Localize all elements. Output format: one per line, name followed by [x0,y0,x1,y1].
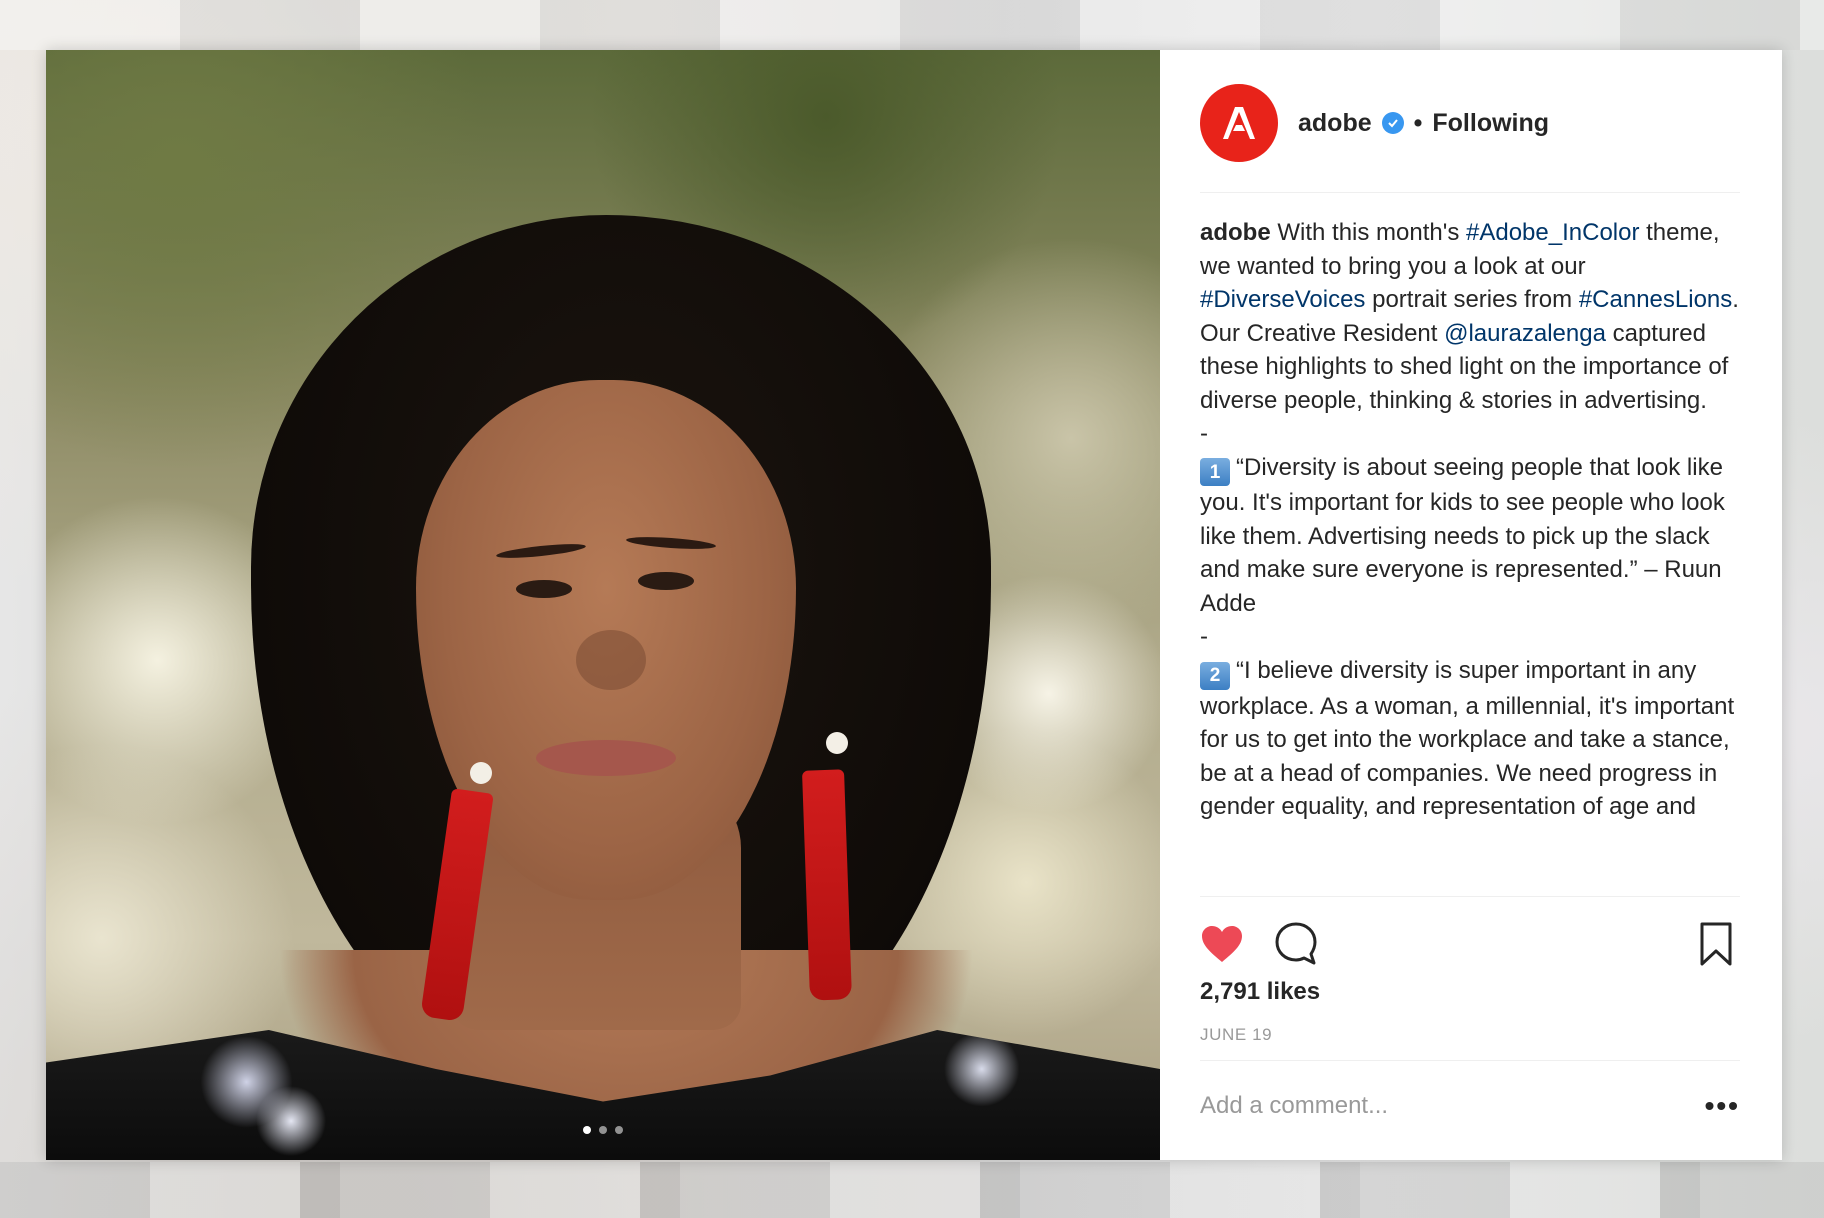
caption-text: With this month's [1277,219,1460,246]
username-link[interactable]: adobe [1298,109,1372,138]
comment-divider [1200,1060,1740,1061]
quote-text: “Diversity is about seeing people that l… [1200,453,1725,617]
photo-eye-right [638,572,694,590]
photo-brow-right [625,534,717,552]
photo-brow-left [495,541,587,561]
photo-eye-left [516,580,572,598]
hashtag-link[interactable]: #Adobe_InColor [1466,219,1639,246]
post-sidebar: adobe • Following adobe With this month'… [1160,50,1782,1160]
caption-text: portrait series from [1372,286,1573,313]
keycap-number-icon: 2 [1200,661,1230,690]
post-photo[interactable] [46,50,1160,1160]
comment-input[interactable] [1200,1092,1705,1120]
photo-nose [576,630,646,690]
caption-quote-1: 1 “Diversity is about seeing people that … [1200,451,1740,621]
action-bar [1200,918,1740,970]
quote-text: “I believe diversity is super important … [1200,656,1735,820]
carousel-indicator [46,1126,1160,1134]
save-button[interactable] [1692,920,1740,968]
photo-lips [536,740,676,776]
photo-earring-right [801,769,853,1001]
caption-intro: adobe With this month's #Adobe_InColor t… [1200,216,1740,417]
user-row: adobe • Following [1298,109,1549,138]
heart-icon [1202,926,1242,962]
header-divider [1200,192,1740,193]
hashtag-link[interactable]: #CannesLions [1579,286,1732,313]
likes-count[interactable]: 2,791 likes [1200,978,1320,1006]
comment-row: ••• [1200,1086,1740,1126]
caption-username-link[interactable]: adobe [1200,219,1271,246]
caption-dash: - [1200,623,1208,651]
comment-button[interactable] [1272,920,1320,968]
post-modal: adobe • Following adobe With this month'… [46,50,1782,1160]
hashtag-link[interactable]: #DiverseVoices [1200,286,1365,313]
post-header: adobe • Following [1200,78,1740,168]
more-options-icon[interactable]: ••• [1705,1090,1740,1122]
avatar[interactable] [1200,84,1278,162]
adobe-logo-icon [1223,107,1255,139]
keycap-number-icon: 1 [1200,458,1230,487]
photo-earring-stud-right [826,732,848,754]
post-caption: adobe With this month's #Adobe_InColor t… [1200,216,1740,876]
carousel-dot[interactable] [583,1126,591,1134]
separator-dot: • [1413,108,1423,137]
mention-link[interactable]: @laurazalenga [1444,320,1606,347]
carousel-dot[interactable] [615,1126,623,1134]
following-button[interactable]: Following [1432,109,1549,138]
bookmark-icon [1700,922,1732,966]
carousel-dot[interactable] [599,1126,607,1134]
verified-badge-icon [1381,112,1404,134]
caption-divider [1200,896,1740,897]
photo-earring-stud-left [470,762,492,784]
like-button[interactable] [1198,920,1246,968]
caption-quote-2: 2 “I believe diversity is super important… [1200,654,1740,824]
caption-dash: - [1200,420,1208,447]
comment-icon [1275,922,1317,965]
post-date: JUNE 19 [1200,1025,1273,1044]
